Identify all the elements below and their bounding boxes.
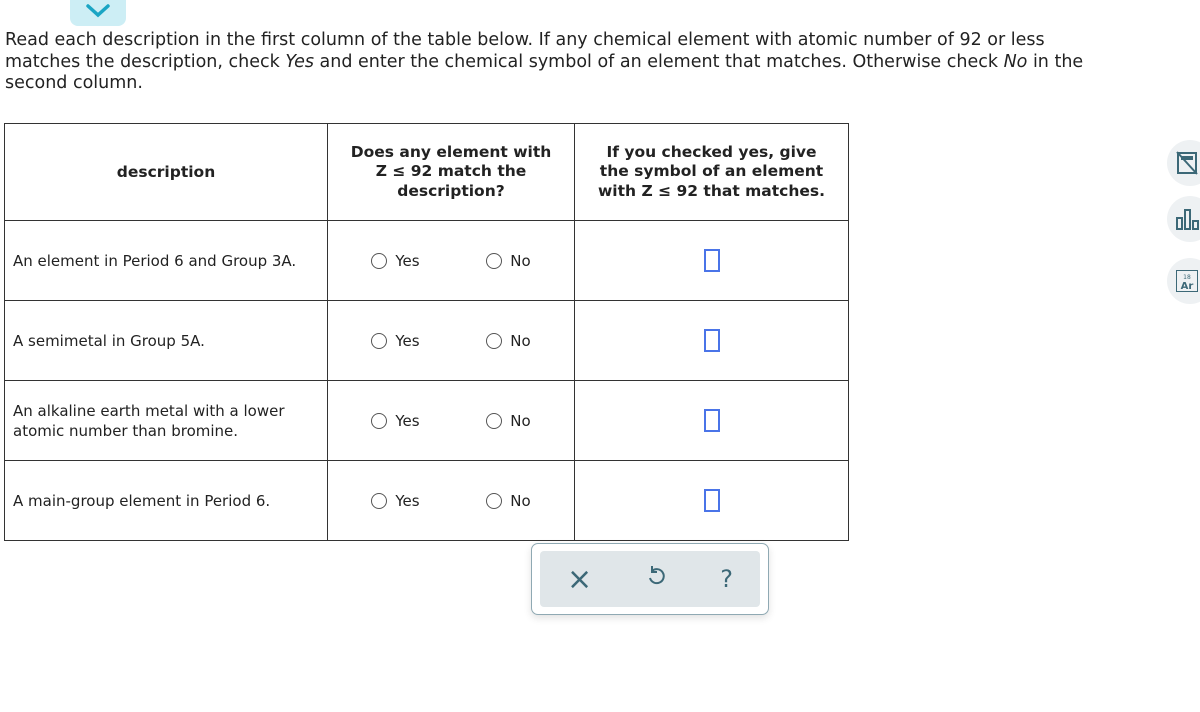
header-match: Does any element with Z ≤ 92 match the d… bbox=[327, 123, 575, 221]
action-bar: × ? bbox=[531, 543, 769, 615]
undo-icon bbox=[649, 566, 665, 585]
symbol-input[interactable] bbox=[703, 329, 720, 352]
table-row: An alkaline earth metal with a lower ato… bbox=[4, 380, 849, 461]
collapse-button[interactable] bbox=[70, 0, 126, 26]
table-row: A semimetal in Group 5A. Yes No bbox=[4, 300, 849, 381]
clear-button[interactable]: × bbox=[567, 562, 592, 597]
no-radio[interactable]: No bbox=[486, 252, 531, 270]
yes-radio[interactable]: Yes bbox=[371, 412, 420, 430]
question-prompt: Read each description in the first colum… bbox=[5, 30, 1084, 93]
periodic-table-icon: 18 Ar bbox=[1176, 270, 1198, 292]
header-symbol: If you checked yes, give the symbol of a… bbox=[574, 123, 849, 221]
table-row: A main-group element in Period 6. Yes No bbox=[4, 460, 849, 541]
yes-radio[interactable]: Yes bbox=[371, 332, 420, 350]
undo-button[interactable] bbox=[646, 565, 666, 593]
help-button[interactable]: ? bbox=[720, 565, 733, 593]
chevron-down-icon bbox=[86, 4, 110, 18]
no-radio[interactable]: No bbox=[486, 332, 531, 350]
yes-radio[interactable]: Yes bbox=[371, 252, 420, 270]
data-chart-button[interactable] bbox=[1167, 196, 1200, 242]
periodic-table-button[interactable]: 18 Ar bbox=[1167, 258, 1200, 304]
bar-chart-icon bbox=[1176, 209, 1199, 230]
symbol-input[interactable] bbox=[703, 249, 720, 272]
row-description: A main-group element in Period 6. bbox=[4, 460, 328, 541]
row-description: An element in Period 6 and Group 3A. bbox=[4, 220, 328, 301]
symbol-input[interactable] bbox=[703, 489, 720, 512]
calculator-icon bbox=[1176, 151, 1198, 175]
yes-radio[interactable]: Yes bbox=[371, 492, 420, 510]
no-radio[interactable]: No bbox=[486, 412, 531, 430]
row-description: A semimetal in Group 5A. bbox=[4, 300, 328, 381]
table-row: An element in Period 6 and Group 3A. Yes… bbox=[4, 220, 849, 301]
header-description: description bbox=[4, 123, 328, 221]
row-description: An alkaline earth metal with a lower ato… bbox=[4, 380, 328, 461]
answer-table: description Does any element with Z ≤ 92… bbox=[4, 123, 849, 541]
symbol-input[interactable] bbox=[703, 409, 720, 432]
no-radio[interactable]: No bbox=[486, 492, 531, 510]
calculator-button[interactable] bbox=[1167, 140, 1200, 186]
